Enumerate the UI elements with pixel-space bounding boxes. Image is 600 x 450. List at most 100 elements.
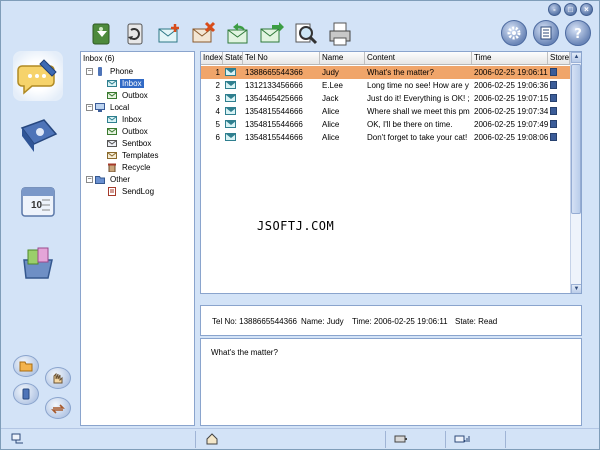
minimize-button[interactable]: -: [548, 3, 561, 16]
tree-item-other[interactable]: − Other: [83, 173, 194, 185]
table-row[interactable]: 1 1388665544366 Judy What's the matter? …: [201, 66, 571, 79]
receive-icon[interactable]: [89, 21, 115, 47]
column-tel-no[interactable]: Tel No: [243, 52, 320, 64]
column-store[interactable]: Store: [548, 52, 570, 64]
send-recycle-icon[interactable]: [123, 21, 149, 47]
cell-name: Jack: [322, 94, 339, 103]
table-row[interactable]: 5 1354815544666 Alice OK, I'll be there …: [201, 118, 571, 131]
tree-item-label: Inbox: [120, 78, 144, 88]
right-toolbar: ?: [501, 20, 591, 46]
tree-item-label: Outbox: [122, 90, 148, 100]
collapse-toggle[interactable]: −: [86, 103, 93, 111]
status-cell-home: [198, 431, 386, 448]
tree-item-phone[interactable]: − Phone: [83, 65, 194, 77]
left-sidebar: 10: [5, 49, 77, 424]
sync-icon[interactable]: [45, 397, 71, 419]
new-message-icon[interactable]: [157, 21, 183, 47]
scroll-up-icon[interactable]: ▲: [571, 52, 581, 63]
folder-tree: Inbox (6) − Phone Inbox Outbox − Local I…: [80, 51, 195, 426]
cell-index: 4: [215, 107, 220, 116]
templates-icon: [107, 151, 117, 160]
tree-item-label: Templates: [122, 150, 159, 160]
search-icon[interactable]: [293, 21, 319, 47]
tree-item-recycle[interactable]: Recycle: [83, 161, 194, 173]
notes-icon[interactable]: [533, 20, 559, 46]
phone-storage-icon: [550, 120, 557, 128]
tree-item-local-outbox[interactable]: Outbox: [83, 125, 194, 137]
cell-store: [548, 79, 570, 92]
phone-storage-icon: [550, 133, 557, 141]
cell-tel: 1354465425666: [245, 94, 303, 103]
message-body: What's the matter?: [200, 338, 582, 426]
detail-state: State: Read: [455, 317, 498, 326]
tree-item-local-inbox[interactable]: Inbox: [83, 113, 194, 125]
home-icon[interactable]: [206, 432, 218, 447]
tree-item-label: Local: [110, 102, 130, 112]
window-controls: - □ ×: [548, 3, 593, 16]
read-envelope-icon: [225, 120, 236, 128]
reply-icon[interactable]: [225, 21, 251, 47]
tree-item-label: Sentbox: [122, 138, 152, 148]
delete-message-icon[interactable]: [191, 21, 217, 47]
cell-name: Judy: [322, 68, 339, 77]
phone-storage-icon: [550, 94, 557, 102]
files-icon[interactable]: [13, 239, 63, 289]
sentbox-icon: [107, 139, 117, 148]
phone-storage-icon: [550, 81, 557, 89]
folder-icon[interactable]: [13, 355, 39, 377]
scroll-down-icon[interactable]: ▼: [571, 284, 581, 293]
cell-index: 1: [215, 68, 220, 77]
recycle-icon: [107, 163, 117, 172]
column-index[interactable]: Index: [201, 52, 223, 64]
app-window: - □ × ? 10 Inbox (6) − Phone Inbox Outbo…: [0, 0, 600, 450]
battery-icon: [394, 434, 408, 446]
phonebook-icon[interactable]: [13, 111, 63, 161]
phone-storage-icon: [550, 107, 557, 115]
message-detail-header: Tel No: 1388665544366 Name: Judy Time: 2…: [200, 305, 582, 336]
tree-item-phone-outbox[interactable]: Outbox: [83, 89, 194, 101]
settings-icon[interactable]: [501, 20, 527, 46]
help-icon[interactable]: ?: [565, 20, 591, 46]
calendar-icon[interactable]: 10: [13, 175, 63, 225]
status-bar: [1, 428, 599, 449]
list-scrollbar[interactable]: ▲ ▼: [570, 52, 581, 293]
close-button[interactable]: ×: [580, 3, 593, 16]
status-cell-battery: [386, 431, 446, 448]
collapse-toggle[interactable]: −: [86, 175, 93, 183]
svg-text:?: ?: [574, 27, 582, 41]
inbox-icon: [107, 115, 117, 124]
column-time[interactable]: Time: [472, 52, 548, 64]
collapse-toggle[interactable]: −: [86, 67, 93, 75]
scroll-thumb[interactable]: [571, 64, 581, 214]
forward-icon[interactable]: [259, 21, 285, 47]
tree-item-sentbox[interactable]: Sentbox: [83, 137, 194, 149]
tree-item-sendlog[interactable]: SendLog: [83, 185, 194, 197]
messages-icon[interactable]: [13, 51, 63, 101]
table-row[interactable]: 2 1312133456666 E.Lee Long time no see! …: [201, 79, 571, 92]
tree-item-local[interactable]: − Local: [83, 101, 194, 113]
cell-tel: 1354815544666: [245, 120, 303, 129]
cell-content: Don't forget to take your cat!: [367, 133, 468, 142]
computer-icon: [95, 102, 105, 112]
log-icon: [107, 186, 117, 196]
table-row[interactable]: 3 1354465425666 Jack Just do it! Everyth…: [201, 92, 571, 105]
table-row[interactable]: 6 1354815544666 Alice Don't forget to ta…: [201, 131, 571, 144]
print-icon[interactable]: [327, 21, 353, 47]
tree-item-templates[interactable]: Templates: [83, 149, 194, 161]
cell-tel: 1312133456666: [245, 81, 303, 90]
cell-time: 2006-02-25 19:08:06: [474, 133, 548, 142]
cell-content: What's the matter?: [367, 68, 434, 77]
column-content[interactable]: Content: [365, 52, 472, 64]
tree-item-label: Other: [110, 174, 131, 184]
cell-time: 2006-02-25 19:07:34: [474, 107, 548, 116]
tree-item-phone-inbox[interactable]: Inbox: [83, 77, 194, 89]
column-state[interactable]: State: [223, 52, 243, 64]
phone-icon[interactable]: [13, 383, 39, 405]
column-name[interactable]: Name: [320, 52, 365, 64]
tree-item-label: Phone: [110, 66, 134, 76]
maximize-button[interactable]: □: [564, 3, 577, 16]
outbox-icon: [107, 127, 117, 136]
table-row[interactable]: 4 1354815544666 Alice Where shall we mee…: [201, 105, 571, 118]
status-cell-signal: [446, 431, 506, 448]
hand-icon[interactable]: [45, 367, 71, 389]
